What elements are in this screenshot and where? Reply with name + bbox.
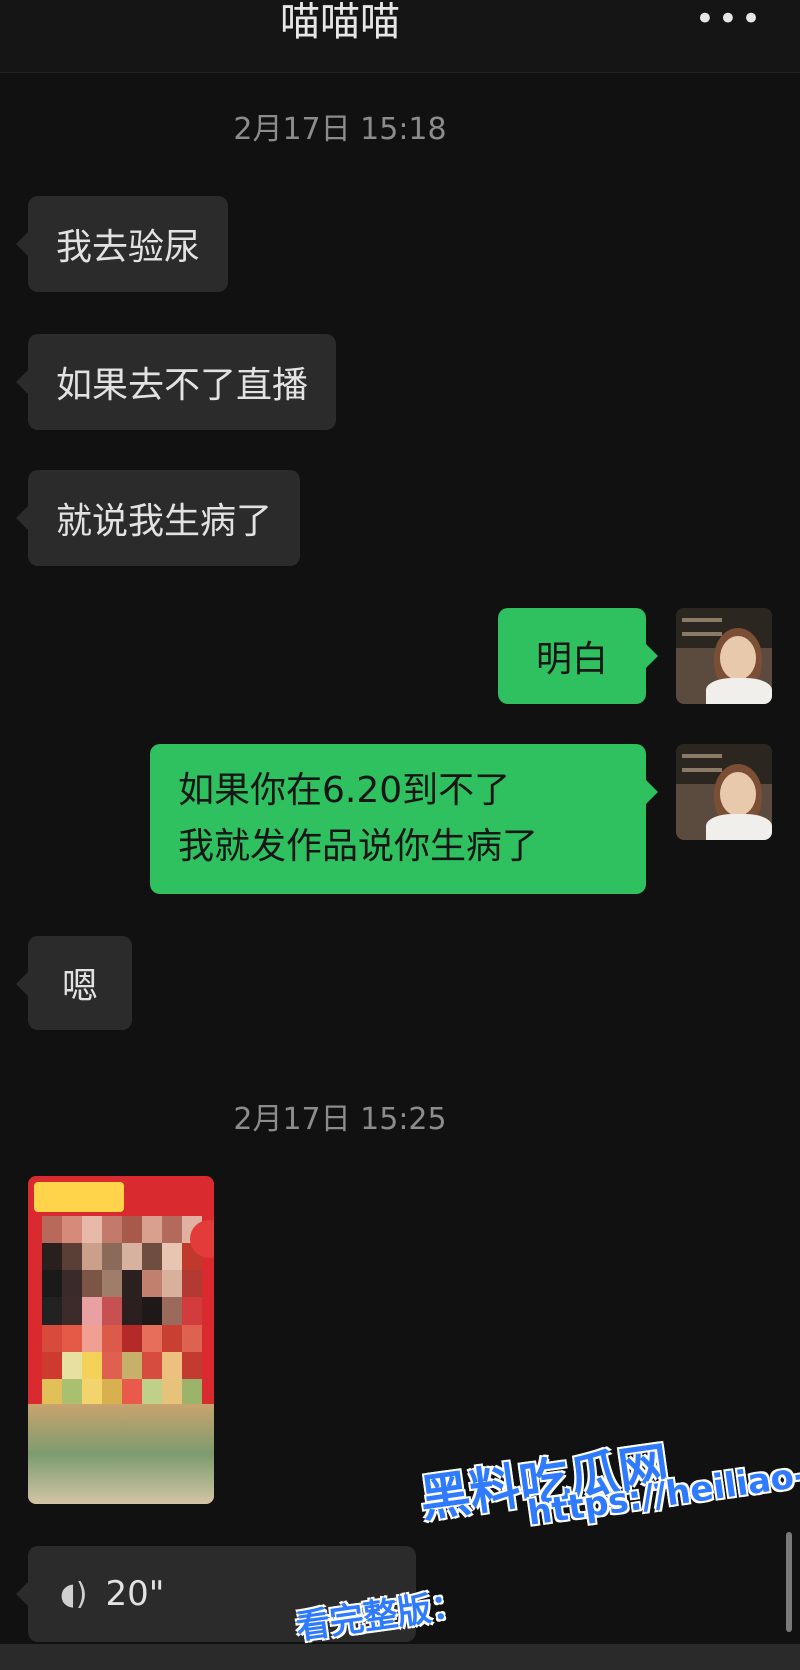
scrollbar[interactable] [786, 1532, 792, 1632]
image-bottom [28, 1404, 214, 1504]
message-bubble-sent[interactable]: 如果你在6.20到不了 我就发作品说你生病了 [150, 744, 658, 894]
chat-title: 喵喵喵 [280, 0, 400, 45]
timestamp: 2月17日 15:25 [233, 1102, 447, 1137]
message-text: 明白 [535, 639, 608, 680]
avatar[interactable] [676, 744, 772, 840]
timestamp: 2月17日 15:18 [233, 112, 447, 147]
voice-wave-icon: ◖) [60, 1576, 88, 1612]
bottom-bar [0, 1644, 800, 1670]
message-text: 如果去不了直播 [56, 365, 309, 406]
chat-header: 喵喵喵 ••• [0, 0, 800, 73]
message-bubble-sent[interactable]: 明白 [498, 608, 658, 704]
more-dots-icon[interactable]: ••• [695, 2, 764, 36]
message-bubble-received[interactable]: 如果去不了直播 [15, 334, 337, 430]
message-bubble-received[interactable]: 我去验尿 [15, 196, 229, 292]
message-text: 嗯 [61, 966, 98, 1007]
pixelated-image [42, 1216, 202, 1406]
avatar[interactable] [676, 608, 772, 704]
voice-duration: 20" [105, 1574, 165, 1614]
image-banner [34, 1182, 124, 1212]
image-message[interactable] [28, 1176, 214, 1504]
message-bubble-received[interactable]: 嗯 [16, 936, 132, 1030]
message-text: 我去验尿 [56, 227, 201, 268]
message-bubble-received[interactable]: 就说我生病了 [15, 470, 301, 566]
message-text: 就说我生病了 [56, 501, 273, 542]
message-line: 如果你在6.20到不了 [178, 770, 511, 811]
message-line: 我就发作品说你生病了 [178, 826, 539, 867]
